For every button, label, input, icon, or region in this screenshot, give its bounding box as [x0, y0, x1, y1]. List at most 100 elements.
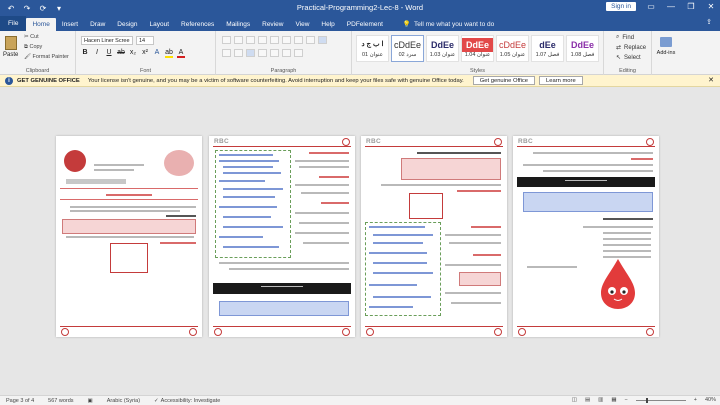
list-item-line — [603, 232, 651, 234]
style-tile[interactable]: dEe فصل 1.07 — [531, 35, 564, 62]
style-tile[interactable]: DdEe فصل 1.08 — [566, 35, 599, 62]
sign-in-button[interactable]: Sign in — [606, 2, 636, 11]
style-tile[interactable]: cDdEe سرد 02 — [391, 35, 424, 62]
tab-layout[interactable]: Layout — [144, 18, 176, 31]
style-tile[interactable]: cDdEe عنوان 1.05 — [496, 35, 529, 62]
restore-button[interactable]: ❐ — [686, 2, 696, 11]
select-button[interactable]: ↖ Select — [616, 54, 641, 62]
document-page[interactable]: RBC — [513, 136, 659, 337]
undo-icon[interactable]: ↶ — [6, 4, 16, 13]
italic-icon[interactable]: I — [93, 49, 101, 58]
accessibility-status[interactable]: Accessibility: Investigate — [161, 398, 221, 404]
tab-draw[interactable]: Draw — [84, 18, 111, 31]
document-page[interactable]: RBC — [361, 136, 507, 337]
customize-qat-icon[interactable]: ▾ — [54, 4, 64, 13]
text-effects-icon[interactable]: A — [153, 49, 161, 58]
bold-icon[interactable]: B — [81, 49, 89, 58]
style-tile[interactable]: DdEe عنوان 1.04 — [461, 35, 494, 62]
find-button[interactable]: ⌕ Find — [616, 34, 634, 41]
bullets-icon[interactable] — [222, 36, 231, 44]
cut-button[interactable]: ✂ Cut — [24, 34, 39, 40]
get-genuine-office-button[interactable]: Get genuine Office — [472, 76, 536, 85]
format-painter-button[interactable]: 🖌 Format Painter — [24, 54, 69, 60]
tab-pdfelement[interactable]: PDFelement — [341, 18, 389, 31]
zoom-slider[interactable] — [635, 397, 686, 403]
cover-code-graphic — [164, 150, 194, 176]
code-line — [223, 246, 279, 248]
autosave-icon[interactable]: ⟳ — [38, 4, 48, 13]
code-line — [219, 236, 263, 238]
font-name-select[interactable]: Hacen Liner Scree — [81, 36, 133, 45]
style-tile[interactable]: ا ب ج د عنوان 01 — [356, 35, 389, 62]
tab-help[interactable]: Help — [315, 18, 340, 31]
style-tile[interactable]: DdEe عنوان 1.03 — [426, 35, 459, 62]
numbering-icon[interactable] — [234, 36, 243, 44]
subscript-icon[interactable]: x₂ — [129, 49, 137, 58]
zoom-out-icon[interactable]: − — [625, 397, 628, 403]
zoom-level[interactable]: 40% — [705, 397, 716, 403]
add-ins-button[interactable]: Add-ins — [656, 37, 676, 56]
rtl-icon[interactable] — [294, 36, 303, 44]
replace-button[interactable]: ⇄ Replace — [616, 44, 646, 52]
proofing-icon[interactable]: ▣ — [88, 398, 93, 404]
page-count[interactable]: Page 3 of 4 — [6, 398, 34, 404]
increase-indent-icon[interactable] — [270, 36, 279, 44]
align-left-icon[interactable] — [222, 49, 231, 57]
tab-file[interactable]: File — [0, 16, 27, 31]
tab-review[interactable]: Review — [256, 18, 289, 31]
zoom-slider-thumb[interactable] — [645, 397, 648, 403]
show-marks-icon[interactable] — [318, 36, 327, 44]
language-indicator[interactable]: Arabic (Syria) — [107, 398, 140, 404]
copy-button[interactable]: ⧉ Copy — [24, 44, 42, 51]
footer-logo-icon — [366, 328, 374, 336]
close-icon[interactable]: ✕ — [708, 76, 714, 84]
underline-icon[interactable]: U — [105, 49, 113, 58]
tab-mailings[interactable]: Mailings — [220, 18, 256, 31]
text-line — [299, 166, 349, 168]
document-page[interactable]: RBC — [209, 136, 355, 337]
font-size-select[interactable]: 14 — [136, 36, 154, 45]
borders-icon[interactable] — [294, 49, 303, 57]
redo-icon[interactable]: ↷ — [22, 4, 32, 13]
style-preview: ا ب ج د — [361, 41, 384, 48]
document-page[interactable] — [56, 136, 202, 337]
ltr-icon[interactable] — [282, 36, 291, 44]
document-canvas[interactable]: RBC RBC RBC — [0, 87, 720, 395]
tab-insert[interactable]: Insert — [56, 18, 84, 31]
ribbon-display-options-icon[interactable]: ▭ — [646, 2, 656, 11]
print-layout-icon[interactable]: ▥ — [598, 397, 603, 403]
shading-icon[interactable] — [282, 49, 291, 57]
read-mode-icon[interactable]: ▤ — [585, 397, 590, 403]
paragraph-group-label: Paragraph — [270, 68, 297, 74]
focus-mode-icon[interactable]: ◫ — [572, 397, 577, 403]
font-color-icon[interactable]: A — [177, 49, 185, 58]
strikethrough-icon[interactable]: ab — [117, 49, 125, 58]
paste-icon[interactable] — [5, 36, 17, 50]
tab-references[interactable]: References — [175, 18, 220, 31]
justify-icon[interactable] — [258, 49, 267, 57]
page-header: RBC — [517, 138, 655, 147]
align-center-icon[interactable] — [234, 49, 243, 57]
tab-home[interactable]: Home — [26, 18, 56, 31]
tab-view[interactable]: View — [289, 18, 315, 31]
word-count[interactable]: 567 words — [48, 398, 73, 404]
zoom-in-icon[interactable]: + — [694, 397, 697, 403]
sort-icon[interactable] — [306, 36, 315, 44]
share-icon[interactable]: ⇪ — [706, 18, 712, 26]
decrease-indent-icon[interactable] — [258, 36, 267, 44]
tab-design[interactable]: Design — [111, 18, 143, 31]
list-item-line — [603, 238, 651, 240]
paste-button[interactable]: Paste — [3, 52, 18, 58]
line-spacing-icon[interactable] — [270, 49, 279, 57]
align-right-icon[interactable] — [246, 49, 255, 57]
close-button[interactable]: ✕ — [706, 2, 716, 11]
text-line — [295, 232, 349, 234]
highlight-icon[interactable]: ab — [165, 49, 173, 58]
web-layout-icon[interactable]: ▦ — [611, 397, 616, 403]
tell-me-search[interactable]: 💡 Tell me what you want to do — [397, 18, 500, 31]
superscript-icon[interactable]: x² — [141, 49, 149, 58]
multilevel-list-icon[interactable] — [246, 36, 255, 44]
learn-more-button[interactable]: Learn more — [539, 76, 583, 85]
minimize-button[interactable]: — — [666, 2, 676, 11]
cover-text-line — [94, 169, 134, 171]
